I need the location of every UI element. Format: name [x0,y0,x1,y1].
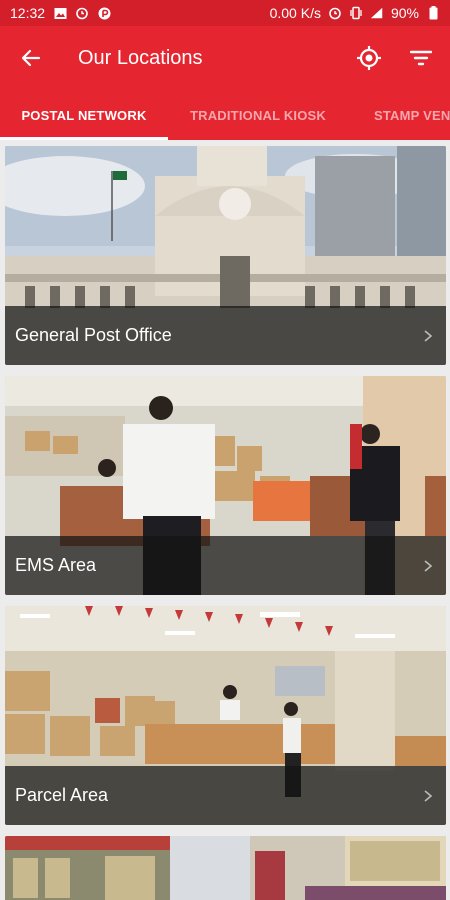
tab-stamp-vending[interactable]: STAMP VENDING [348,90,450,140]
app-bar: Our Locations [0,26,450,90]
location-card-ems-area[interactable]: EMS Area [5,376,446,595]
status-time: 12:32 [10,5,46,21]
back-button[interactable] [14,41,48,75]
my-location-button[interactable] [352,41,386,75]
net-speed: 0.00 K/s [269,5,321,21]
status-bar: 12:32 0.00 K/s 90% [0,0,450,26]
chevron-right-icon [420,558,436,574]
filter-button[interactable] [404,41,438,75]
crosshair-icon [357,46,381,70]
page-title: Our Locations [78,46,203,69]
signal-icon [370,6,384,20]
image-icon [53,6,67,20]
location-name: General Post Office [15,325,172,345]
location-card-partial[interactable] [5,836,446,900]
locations-list[interactable]: General Post Office EMS Area Parcel Area [0,140,450,900]
tab-postal-network[interactable]: POSTAL NETWORK [0,90,168,140]
battery-level: 90% [390,5,419,21]
p-app-icon [97,6,111,20]
location-card-general-post-office[interactable]: General Post Office [5,146,446,365]
location-name: Parcel Area [15,785,109,805]
vibrate-icon [349,6,363,20]
arrow-left-icon [21,49,41,67]
alarm-icon [75,6,89,20]
chevron-right-icon [420,328,436,344]
filter-icon [410,50,432,66]
battery-icon [426,6,440,20]
tab-bar: POSTAL NETWORK TRADITIONAL KIOSK STAMP V… [0,90,450,140]
location-name: EMS Area [15,555,97,575]
tab-traditional-kiosk[interactable]: TRADITIONAL KIOSK [168,90,348,140]
card-caption: Parcel Area [5,766,446,825]
tab-indicator [0,137,168,140]
location-card-parcel-area[interactable]: Parcel Area [5,606,446,825]
alarm-icon [328,6,342,20]
card-caption: General Post Office [5,306,446,365]
shop-area-photo [5,836,446,900]
card-caption: EMS Area [5,536,446,595]
chevron-right-icon [420,788,436,804]
